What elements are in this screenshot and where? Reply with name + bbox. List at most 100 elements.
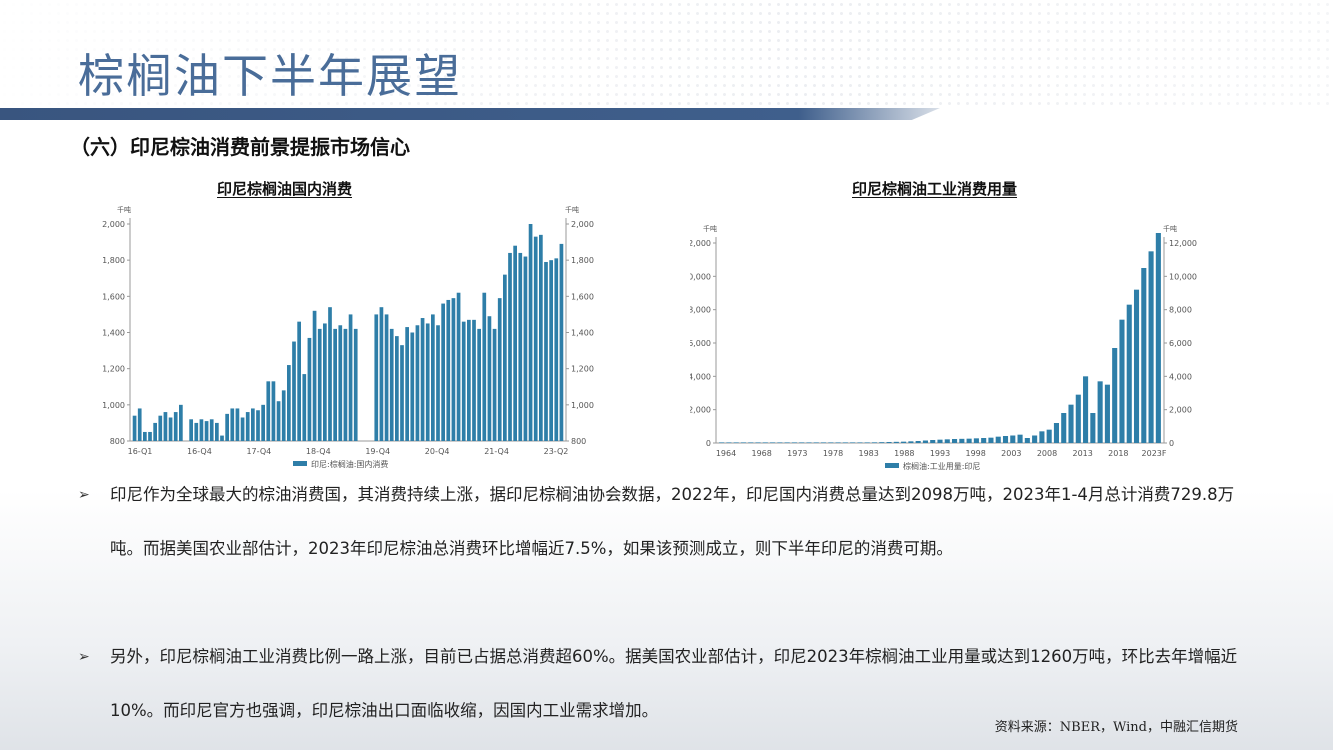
bar	[348, 314, 353, 441]
bar	[777, 442, 783, 443]
bar	[312, 310, 317, 441]
y-tick-label-right: 4,000	[1169, 372, 1192, 381]
bar	[374, 314, 379, 441]
bar	[477, 328, 481, 441]
bar	[748, 442, 754, 443]
bar	[988, 437, 994, 443]
bar	[930, 440, 936, 443]
bar	[1097, 381, 1103, 443]
bar	[937, 439, 943, 443]
bar	[220, 435, 224, 441]
x-tick-label: 2013	[1072, 449, 1092, 458]
industrial-consumption-svg: 千吨 千吨 0 0 2,000 2,000 4,000 4,000 6,000 6,000 8,00…	[683, 224, 1197, 471]
y-tick-label-left: 1,200	[102, 365, 125, 374]
bar	[952, 439, 958, 443]
x-tick-label: 2018	[1108, 449, 1128, 458]
bar	[533, 236, 538, 441]
bar	[528, 224, 533, 441]
bar	[379, 307, 384, 441]
bar	[467, 319, 471, 441]
bar	[959, 438, 965, 443]
bar	[297, 321, 301, 441]
bar	[1155, 233, 1161, 443]
y-tick-label-left: 1,000	[102, 401, 125, 410]
bar	[813, 442, 819, 443]
bar	[405, 327, 409, 441]
bar	[513, 245, 517, 441]
bar	[137, 408, 142, 441]
section-heading: （六）印尼棕油消费前景提振市场信心	[70, 135, 410, 159]
bar	[271, 381, 276, 441]
domestic-consumption-chart: 千吨 千吨 800 800 1,000 1,000 1,200 1,200 1,400 1,400…	[96, 198, 596, 477]
y-tick-label-left: 8,000	[690, 306, 711, 315]
bar	[302, 374, 307, 441]
bar	[276, 401, 281, 441]
bar	[799, 442, 805, 443]
bar	[1119, 319, 1125, 443]
chart-title-domestic: 印尼棕榈油国内消费	[217, 180, 353, 198]
bar	[1017, 434, 1023, 443]
bullet-arrow-icon: ➢	[78, 649, 90, 665]
x-tick-label: 1968	[751, 449, 771, 458]
bar	[179, 404, 183, 441]
y-tick-label-right: 1,400	[571, 329, 594, 338]
bar	[446, 299, 451, 441]
bar	[1024, 438, 1030, 443]
bar	[132, 415, 137, 441]
y-tick-label-right: 1,600	[571, 292, 594, 301]
bar	[518, 252, 523, 441]
bar	[456, 292, 461, 441]
bar	[245, 412, 250, 441]
bar	[726, 442, 732, 443]
bar	[908, 441, 914, 443]
bar	[204, 421, 209, 441]
x-tick-label: 1973	[787, 449, 807, 458]
bar	[871, 442, 878, 443]
x-tick-label: 18-Q4	[306, 447, 331, 456]
bar	[1104, 384, 1110, 443]
bar	[431, 314, 435, 441]
bar	[287, 365, 291, 441]
x-tick-label: 1978	[823, 449, 843, 458]
bar	[163, 412, 168, 441]
bar	[549, 260, 553, 441]
y-tick-label-right: 2,000	[571, 220, 594, 229]
bar	[539, 234, 543, 441]
y-tick-label-right: 800	[571, 437, 586, 446]
bullet-arrow-icon: ➢	[78, 487, 90, 503]
bar	[281, 390, 286, 441]
x-tick-label: 1988	[894, 449, 914, 458]
bar	[544, 261, 548, 441]
bar	[389, 328, 394, 441]
bar	[400, 345, 404, 441]
bar	[317, 328, 322, 441]
y-tick-label-left: 6,000	[690, 339, 711, 348]
bar	[886, 442, 892, 443]
bar	[384, 314, 389, 441]
x-tick-label: 1998	[965, 449, 985, 458]
bar	[1075, 394, 1081, 443]
bar	[755, 442, 761, 443]
y-tick-label-left: 0	[706, 439, 711, 448]
bar	[158, 415, 163, 441]
bar	[995, 436, 1001, 443]
bar	[1148, 251, 1154, 443]
industrial-consumption-chart: 千吨 千吨 0 0 2,000 2,000 4,000 4,000 6,000 6,000 8,00…	[683, 205, 1210, 477]
x-tick-label: 2023F	[1142, 449, 1167, 458]
bar	[922, 440, 928, 443]
bar	[1002, 436, 1009, 443]
bar	[240, 417, 245, 441]
bar	[740, 442, 747, 443]
bar	[425, 323, 430, 441]
x-tick-label: 17-Q4	[246, 447, 271, 456]
bar	[266, 381, 271, 441]
bar	[215, 422, 219, 441]
bar	[189, 419, 193, 441]
x-tick-label: 2003	[1001, 449, 1021, 458]
bar	[835, 442, 841, 443]
bar	[770, 442, 776, 443]
bar	[1068, 404, 1074, 443]
bar	[343, 328, 348, 441]
y-tick-label-left: 2,000	[102, 220, 125, 229]
y-tick-label-left: 1,800	[102, 256, 125, 265]
